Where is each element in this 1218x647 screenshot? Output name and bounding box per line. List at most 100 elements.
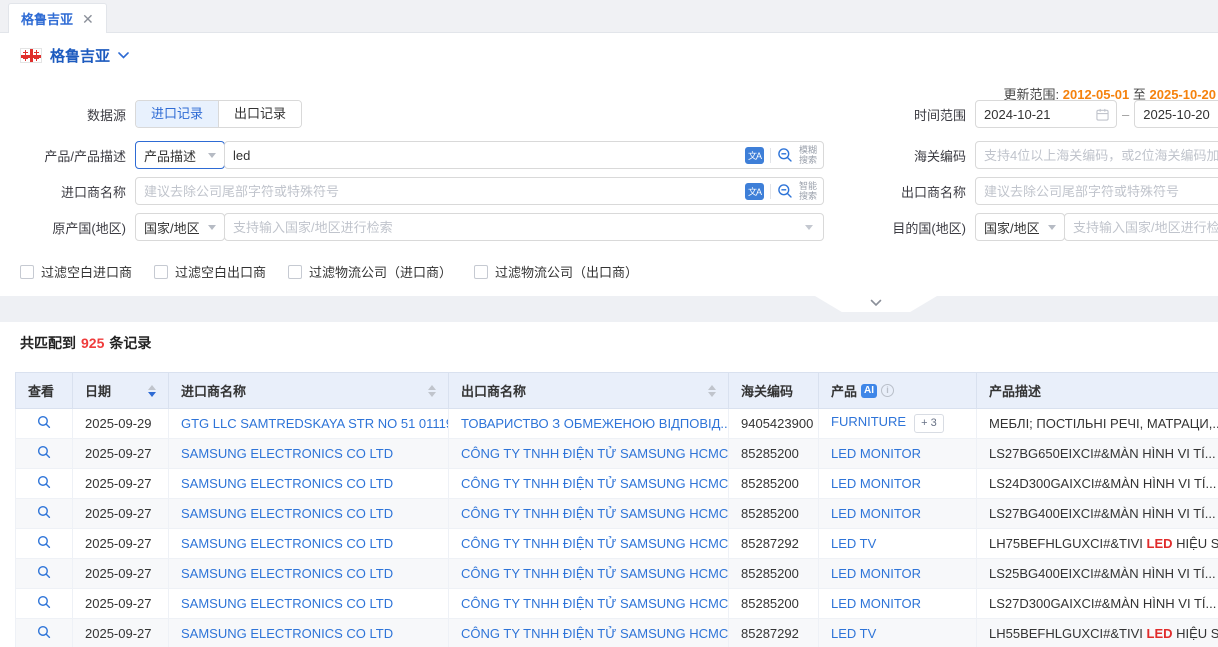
chevron-down-icon[interactable]	[118, 52, 129, 59]
country-title[interactable]: 格鲁吉亚	[50, 45, 110, 66]
tab-title: 格鲁吉亚	[21, 9, 73, 28]
filter-checkbox-2[interactable]: 过滤物流公司（进口商）	[288, 262, 452, 281]
importer-link[interactable]: SAMSUNG ELECTRONICS CO LTD	[181, 476, 393, 491]
importer-link[interactable]: SAMSUNG ELECTRONICS CO LTD	[181, 626, 393, 641]
sort-desc-icon[interactable]	[148, 392, 156, 397]
cell-date: 2025-09-27	[73, 529, 169, 559]
fuzzy-search-label[interactable]: 模糊搜索	[799, 145, 817, 165]
sort-carets[interactable]	[428, 385, 436, 397]
hs-code-label: 海关编码	[860, 146, 975, 165]
column-header-4: 海关编码	[729, 373, 819, 409]
view-record-button[interactable]	[16, 565, 72, 579]
cell-product: LED MONITOR	[819, 559, 977, 589]
exporter-row: 出口商名称	[860, 177, 1218, 205]
view-record-button[interactable]	[16, 595, 72, 609]
product-link[interactable]: LED MONITOR	[831, 506, 921, 521]
product-link[interactable]: LED MONITOR	[831, 596, 921, 611]
cell-description: LS25BG400EIXCI#&MÀN HÌNH VI TÍ...	[977, 559, 1218, 589]
cell-hs-code: 9405423900	[729, 409, 819, 439]
sort-desc-icon[interactable]	[708, 392, 716, 397]
importer-input[interactable]	[136, 178, 823, 204]
importer-link[interactable]: SAMSUNG ELECTRONICS CO LTD	[181, 536, 393, 551]
exporter-link[interactable]: CÔNG TY TNHH ĐIỆN TỬ SAMSUNG HCMC...	[461, 446, 729, 461]
tab-import-records[interactable]: 进口记录	[136, 101, 218, 127]
checkbox-icon[interactable]	[288, 265, 302, 279]
cell-importer-link: GTG LLC SAMTREDSKAYA STR NO 51 01119...	[169, 409, 449, 439]
view-record-button[interactable]	[16, 445, 72, 459]
exporter-label: 出口商名称	[860, 182, 975, 201]
smart-search-icon[interactable]	[777, 183, 793, 199]
filter-checkbox-1[interactable]: 过滤空白出口商	[154, 262, 266, 281]
origin-country-type-select[interactable]: 国家/地区	[135, 213, 225, 241]
results-count: 925	[81, 335, 104, 351]
product-link[interactable]: FURNITURE	[831, 414, 906, 429]
tab-export-records[interactable]: 出口记录	[218, 101, 301, 127]
importer-link[interactable]: SAMSUNG ELECTRONICS CO LTD	[181, 446, 393, 461]
table-row: 2025-09-27SAMSUNG ELECTRONICS CO LTDCÔNG…	[16, 499, 1218, 529]
filter-checkbox-3[interactable]: 过滤物流公司（出口商）	[474, 262, 638, 281]
exporter-input[interactable]	[976, 178, 1218, 204]
column-header-0: 查看	[16, 373, 73, 409]
close-icon[interactable]: ✕	[82, 12, 94, 26]
sort-carets[interactable]	[708, 385, 716, 397]
smart-search-label[interactable]: 智能搜索	[799, 181, 817, 201]
product-link[interactable]: LED MONITOR	[831, 446, 921, 461]
collapse-panel-button[interactable]	[815, 296, 937, 312]
column-header-3[interactable]: 出口商名称	[449, 373, 729, 409]
view-record-button[interactable]	[16, 475, 72, 489]
view-record-button[interactable]	[16, 625, 72, 639]
tab-georgia[interactable]: 格鲁吉亚 ✕	[8, 3, 107, 33]
importer-label: 进口商名称	[0, 182, 135, 201]
info-icon[interactable]: i	[881, 384, 894, 397]
product-link[interactable]: LED MONITOR	[831, 476, 921, 491]
product-extra-badge[interactable]: + 3	[914, 414, 944, 433]
origin-country-input[interactable]	[225, 214, 823, 240]
calendar-icon[interactable]	[1096, 108, 1109, 121]
filter-checkbox-row: 过滤空白进口商 过滤空白出口商 过滤物流公司（进口商） 过滤物流公司（出口商）	[20, 262, 638, 281]
product-link[interactable]: LED TV	[831, 626, 876, 641]
sort-asc-icon[interactable]	[708, 385, 716, 390]
product-search-input[interactable]	[225, 142, 823, 168]
date-end-input[interactable]	[1135, 101, 1218, 127]
view-record-button[interactable]	[16, 415, 72, 429]
chevron-down-icon[interactable]	[805, 225, 813, 230]
filter-checkbox-0[interactable]: 过滤空白进口商	[20, 262, 132, 281]
dest-country-type-select[interactable]: 国家/地区	[975, 213, 1065, 241]
checkbox-icon[interactable]	[154, 265, 168, 279]
product-link[interactable]: LED MONITOR	[831, 566, 921, 581]
importer-link[interactable]: SAMSUNG ELECTRONICS CO LTD	[181, 506, 393, 521]
dest-country-type-value: 国家/地区	[984, 218, 1040, 237]
sort-carets[interactable]	[148, 385, 156, 397]
description-text: МЕБЛІ; ПОСТІЛЬНІ РЕЧІ, МАТРАЦИ,...	[989, 416, 1218, 431]
hs-code-input[interactable]	[976, 142, 1218, 168]
date-start-input[interactable]	[976, 101, 1096, 127]
column-header-2[interactable]: 进口商名称	[169, 373, 449, 409]
sort-asc-icon[interactable]	[428, 385, 436, 390]
exporter-link[interactable]: CÔNG TY TNHH ĐIỆN TỬ SAMSUNG HCMC...	[461, 506, 729, 521]
checkbox-icon[interactable]	[20, 265, 34, 279]
translate-icon[interactable]: 文A	[745, 147, 764, 164]
column-header-1[interactable]: 日期	[73, 373, 169, 409]
product-type-select[interactable]: 产品描述	[135, 141, 225, 169]
exporter-link[interactable]: CÔNG TY TNHH ĐIỆN TỬ SAMSUNG HCMC...	[461, 626, 729, 641]
exporter-link[interactable]: CÔNG TY TNHH ĐIỆN TỬ SAMSUNG HCMC...	[461, 476, 729, 491]
importer-link[interactable]: SAMSUNG ELECTRONICS CO LTD	[181, 596, 393, 611]
view-record-button[interactable]	[16, 535, 72, 549]
checkbox-icon[interactable]	[474, 265, 488, 279]
product-link[interactable]: LED TV	[831, 536, 876, 551]
dest-country-input[interactable]	[1065, 214, 1218, 240]
cell-description: LS27D300GAIXCI#&MÀN HÌNH VI TÍ...	[977, 589, 1218, 619]
exporter-link[interactable]: CÔNG TY TNHH ĐIỆN TỬ SAMSUNG HCMC...	[461, 536, 729, 551]
exporter-link[interactable]: CÔNG TY TNHH ĐIỆN TỬ SAMSUNG HCMC...	[461, 596, 729, 611]
view-record-button[interactable]	[16, 505, 72, 519]
importer-link[interactable]: GTG LLC SAMTREDSKAYA STR NO 51 01119...	[181, 416, 449, 431]
exporter-link[interactable]: CÔNG TY TNHH ĐIỆN TỬ SAMSUNG HCMC...	[461, 566, 729, 581]
sort-asc-icon[interactable]	[148, 385, 156, 390]
importer-link[interactable]: SAMSUNG ELECTRONICS CO LTD	[181, 566, 393, 581]
exporter-link[interactable]: ТОВАРИСТВО З ОБМЕЖЕНОЮ ВІДПОВІД...	[461, 416, 729, 431]
cell-product: LED MONITOR	[819, 439, 977, 469]
translate-icon[interactable]: 文A	[745, 183, 764, 200]
sort-desc-icon[interactable]	[428, 392, 436, 397]
hs-code-row: 海关编码	[860, 141, 1218, 169]
fuzzy-search-icon[interactable]	[777, 147, 793, 163]
